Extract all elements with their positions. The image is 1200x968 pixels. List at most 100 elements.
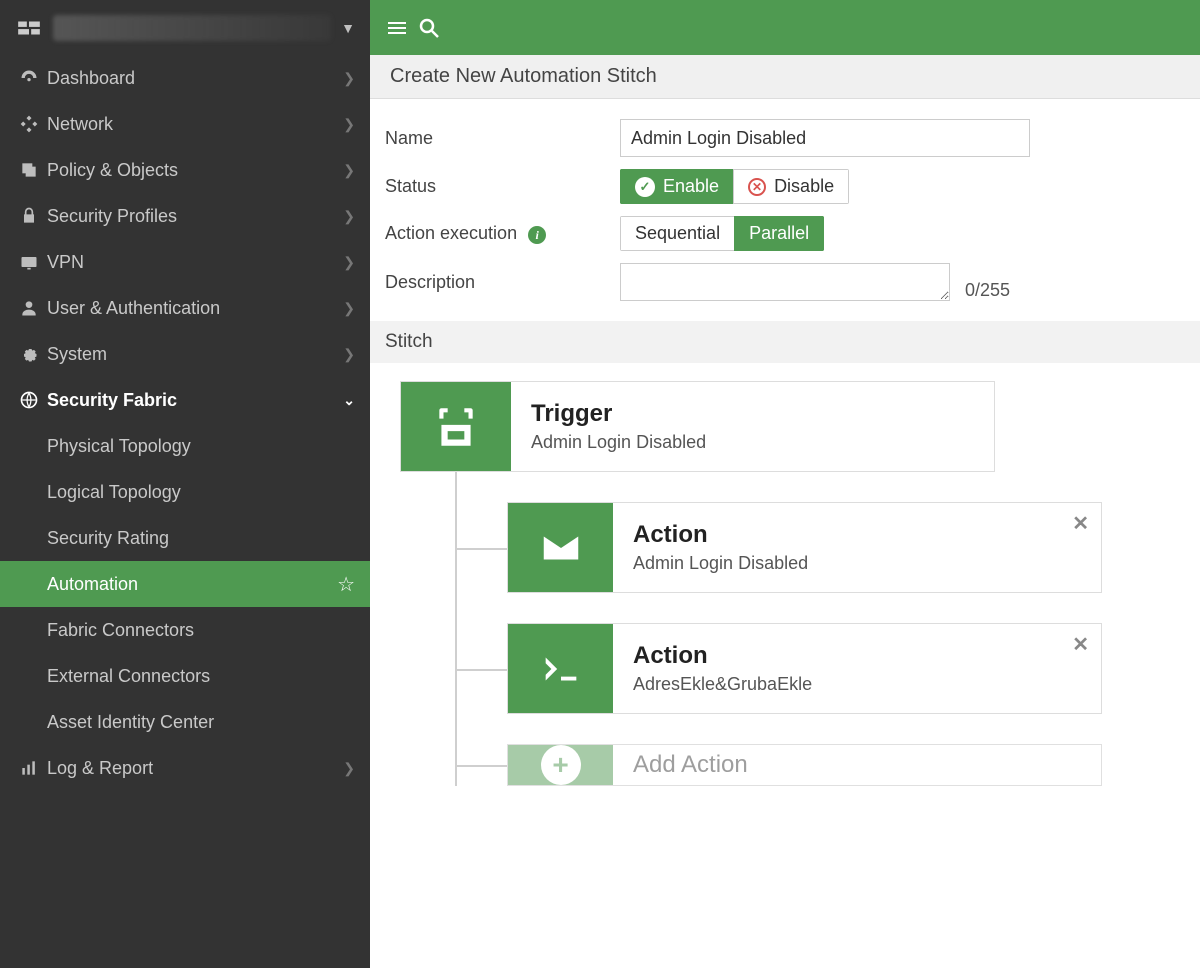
check-circle-icon: ✓ <box>635 177 655 197</box>
info-icon[interactable]: i <box>528 226 546 244</box>
nav-log-report[interactable]: Log & Report ❯ <box>0 745 370 791</box>
add-action-label: Add Action <box>613 745 1101 785</box>
hamburger-menu-icon[interactable] <box>385 16 417 40</box>
row-description: Description 0/255 <box>385 263 1185 301</box>
dashboard-icon <box>15 68 43 88</box>
nav-label: System <box>47 344 343 365</box>
remove-action-icon[interactable]: ✕ <box>1072 511 1089 536</box>
nav-security-profiles[interactable]: Security Profiles ❯ <box>0 193 370 239</box>
stitch-section-title: Stitch <box>370 321 1200 363</box>
nav-label: Network <box>47 114 343 135</box>
sidebar-header: ▼ <box>0 0 370 55</box>
cli-icon <box>508 624 613 713</box>
sub-label: Physical Topology <box>47 436 355 457</box>
tree-row: Action Admin Login Disabled ✕ <box>457 472 1185 593</box>
tree-row: Action AdresEkle&GrubaEkle ✕ <box>457 593 1185 714</box>
gear-icon <box>15 344 43 364</box>
status-toggle: ✓ Enable ✕ Disable <box>620 169 849 204</box>
sub-label: Security Rating <box>47 528 355 549</box>
lock-icon <box>15 206 43 226</box>
action-body: Action AdresEkle&GrubaEkle <box>613 624 1101 713</box>
status-disable-button[interactable]: ✕ Disable <box>733 169 849 204</box>
nav-dashboard[interactable]: Dashboard ❯ <box>0 55 370 101</box>
description-label: Description <box>385 272 620 293</box>
sub-physical-topology[interactable]: Physical Topology <box>0 423 370 469</box>
segment-label: Enable <box>663 176 719 197</box>
trigger-title: Trigger <box>531 400 974 428</box>
action-card-cli[interactable]: Action AdresEkle&GrubaEkle ✕ <box>507 623 1102 714</box>
trigger-card[interactable]: Trigger Admin Login Disabled <box>400 381 995 472</box>
row-exec: Action execution i Sequential Parallel <box>385 216 1185 251</box>
chevron-right-icon: ❯ <box>343 70 355 87</box>
remove-action-icon[interactable]: ✕ <box>1072 632 1089 657</box>
main-panel: Create New Automation Stitch Name Status… <box>370 0 1200 968</box>
nav-label: User & Authentication <box>47 298 343 319</box>
action-title: Action <box>633 521 1081 549</box>
nav-label: Security Profiles <box>47 206 343 227</box>
nav-label: Policy & Objects <box>47 160 343 181</box>
chevron-right-icon: ❯ <box>343 254 355 271</box>
network-icon <box>15 114 43 134</box>
chevron-right-icon: ❯ <box>343 208 355 225</box>
sub-logical-topology[interactable]: Logical Topology <box>0 469 370 515</box>
action-sub: AdresEkle&GrubaEkle <box>633 674 1081 695</box>
exec-sequential-button[interactable]: Sequential <box>620 216 735 251</box>
actions-tree: Action Admin Login Disabled ✕ Action A <box>455 472 1185 786</box>
topbar <box>370 0 1200 55</box>
sidebar: ▼ Dashboard ❯ Network ❯ Policy & Objects… <box>0 0 370 968</box>
plus-circle-icon: + <box>508 745 613 785</box>
sub-automation[interactable]: Automation ☆ <box>0 561 370 607</box>
segment-label: Disable <box>774 176 834 197</box>
sub-label: Logical Topology <box>47 482 355 503</box>
nav-label: Security Fabric <box>47 390 343 411</box>
brand-logo-icon <box>15 14 43 42</box>
sub-external-connectors[interactable]: External Connectors <box>0 653 370 699</box>
nav-user-auth[interactable]: User & Authentication ❯ <box>0 285 370 331</box>
mail-icon <box>508 503 613 592</box>
nav-vpn[interactable]: VPN ❯ <box>0 239 370 285</box>
sub-label: Asset Identity Center <box>47 712 355 733</box>
policy-icon <box>15 160 43 180</box>
sub-label: External Connectors <box>47 666 355 687</box>
breadcrumb-hostname <box>53 15 331 41</box>
exec-toggle: Sequential Parallel <box>620 216 824 251</box>
content: Name Status ✓ Enable ✕ Disable Action ex… <box>370 99 1200 968</box>
sub-label: Automation <box>47 574 337 595</box>
row-name: Name <box>385 119 1185 157</box>
nav-system[interactable]: System ❯ <box>0 331 370 377</box>
action-title: Action <box>633 642 1081 670</box>
nav-network[interactable]: Network ❯ <box>0 101 370 147</box>
exec-parallel-button[interactable]: Parallel <box>734 216 824 251</box>
header-dropdown-caret-icon[interactable]: ▼ <box>341 20 355 36</box>
nav-policy-objects[interactable]: Policy & Objects ❯ <box>0 147 370 193</box>
nav-security-fabric[interactable]: Security Fabric ⌄ <box>0 377 370 423</box>
description-counter: 0/255 <box>965 280 1010 301</box>
row-status: Status ✓ Enable ✕ Disable <box>385 169 1185 204</box>
sub-fabric-connectors[interactable]: Fabric Connectors <box>0 607 370 653</box>
description-wrap: 0/255 <box>620 263 1010 301</box>
sub-asset-identity-center[interactable]: Asset Identity Center <box>0 699 370 745</box>
chevron-right-icon: ❯ <box>343 346 355 363</box>
trigger-sub: Admin Login Disabled <box>531 432 974 453</box>
action-sub: Admin Login Disabled <box>633 553 1081 574</box>
add-action-button[interactable]: + Add Action <box>507 744 1102 786</box>
description-input[interactable] <box>620 263 950 301</box>
action-body: Action Admin Login Disabled <box>613 503 1101 592</box>
nav-label: Log & Report <box>47 758 343 779</box>
chevron-right-icon: ❯ <box>343 116 355 133</box>
segment-label: Parallel <box>749 223 809 244</box>
segment-label: Sequential <box>635 223 720 244</box>
action-card-email[interactable]: Action Admin Login Disabled ✕ <box>507 502 1102 593</box>
status-enable-button[interactable]: ✓ Enable <box>620 169 734 204</box>
search-icon[interactable] <box>417 16 449 40</box>
nav-label: Dashboard <box>47 68 343 89</box>
favorite-star-icon[interactable]: ☆ <box>337 572 355 597</box>
name-input[interactable] <box>620 119 1030 157</box>
chevron-right-icon: ❯ <box>343 760 355 777</box>
sub-security-rating[interactable]: Security Rating <box>0 515 370 561</box>
trigger-body: Trigger Admin Login Disabled <box>511 382 994 471</box>
status-label: Status <box>385 176 620 197</box>
page-title: Create New Automation Stitch <box>370 55 1200 99</box>
name-label: Name <box>385 128 620 149</box>
fabric-icon <box>15 390 43 410</box>
